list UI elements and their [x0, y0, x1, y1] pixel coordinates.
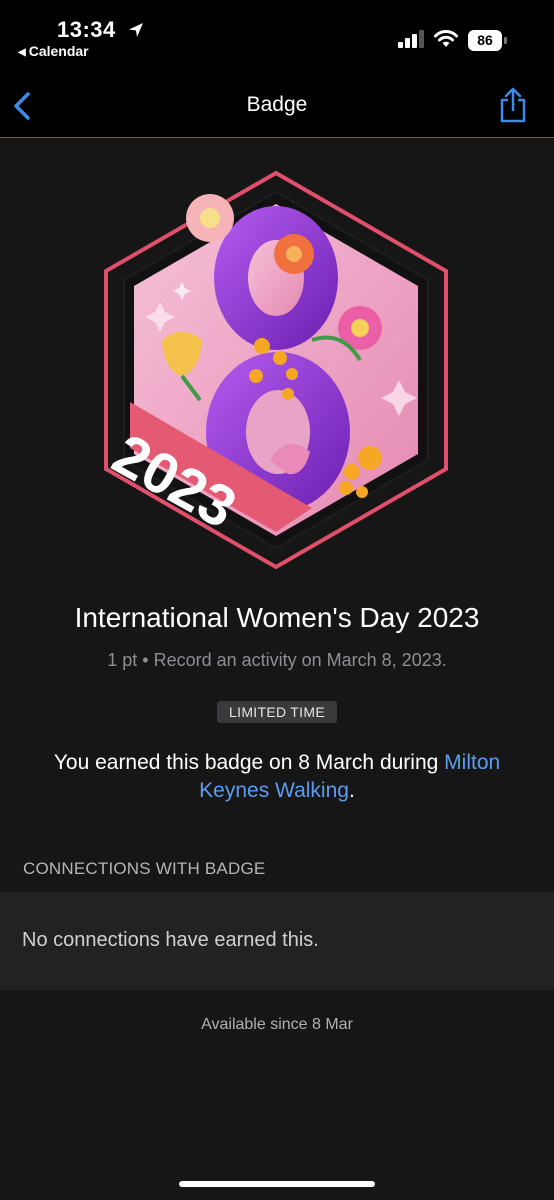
limited-time-tag-wrap: LIMITED TIME: [0, 701, 554, 723]
page-title: Badge: [246, 93, 308, 116]
earned-message: You earned this badge on 8 March during …: [25, 749, 529, 805]
connections-empty-text: No connections have earned this.: [22, 929, 319, 951]
status-bar: 13:34 ◀ Calendar 86: [0, 0, 554, 76]
home-indicator[interactable]: [179, 1181, 375, 1187]
connections-header: CONNECTIONS WITH BADGE: [23, 859, 266, 878]
available-since: Available since 8 Mar: [201, 1016, 353, 1033]
battery-level: 86: [468, 30, 502, 51]
battery-indicator: 86: [468, 30, 508, 51]
battery-nub: [504, 37, 507, 44]
navigation-bar: Badge: [0, 76, 554, 138]
earned-suffix: .: [348, 779, 355, 802]
back-app-label: Calendar: [28, 43, 89, 59]
back-triangle-icon: ◀: [18, 47, 26, 58]
wifi-icon: [434, 30, 458, 47]
share-icon[interactable]: [497, 86, 529, 124]
badge-title: International Women's Day 2023: [74, 602, 480, 633]
limited-time-badge: LIMITED TIME: [217, 701, 337, 723]
badge-image: 2023: [102, 170, 448, 570]
location-arrow-icon: [129, 23, 143, 37]
status-time: 13:34: [57, 17, 116, 42]
badge-subtitle: 1 pt • Record an activity on March 8, 20…: [107, 650, 447, 670]
earned-text: You earned this badge on 8 March during: [53, 751, 445, 774]
connections-list: No connections have earned this.: [0, 892, 554, 990]
cellular-signal-icon: [398, 30, 424, 48]
back-to-app-link[interactable]: ◀ Calendar: [18, 43, 89, 59]
